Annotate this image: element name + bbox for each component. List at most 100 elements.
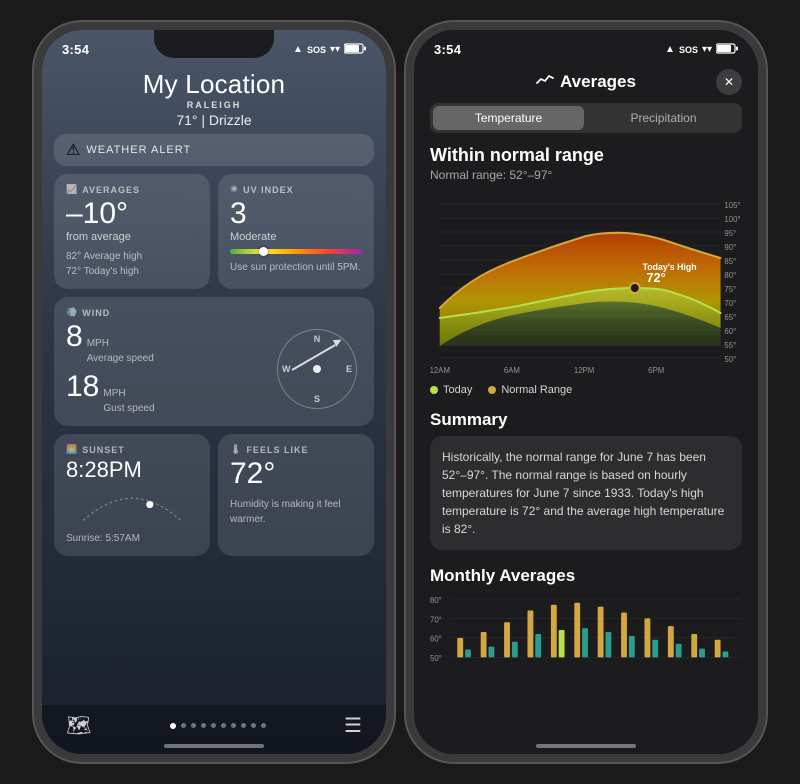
compass-dot bbox=[313, 365, 321, 373]
averages-label: from average bbox=[66, 231, 198, 243]
feels-like-value: 72° bbox=[230, 459, 362, 489]
battery-icon-1 bbox=[344, 43, 366, 57]
sunset-arc bbox=[66, 485, 198, 525]
phone-1: 3:54 ▲ SOS ▾▾ My Location RALEIGH 71° | … bbox=[34, 22, 394, 762]
page-dots bbox=[170, 723, 266, 729]
svg-text:50°: 50° bbox=[724, 355, 736, 364]
wind-widget[interactable]: 💨 WIND 8 MPHAverage speed 18 bbox=[54, 297, 374, 426]
averages-page-title: Averages bbox=[536, 72, 636, 92]
sun-icon: ☀ bbox=[230, 184, 239, 195]
compass: N S E W bbox=[272, 322, 362, 416]
compass-east: E bbox=[346, 364, 352, 374]
avg-speed-label: MPHAverage speed bbox=[87, 336, 154, 366]
averages-title: 📈 AVERAGES bbox=[66, 184, 198, 195]
feels-like-widget[interactable]: 🌡 FEELS LIKE 72° Humidity is making it f… bbox=[218, 434, 374, 556]
feels-like-advice: Humidity is making it feel warmer. bbox=[230, 497, 362, 527]
averages-widget[interactable]: 📈 AVERAGES –10° from average 82° Average… bbox=[54, 174, 210, 289]
averages-value: –10° bbox=[66, 199, 198, 229]
svg-text:80°: 80° bbox=[430, 596, 442, 605]
city-name: My Location bbox=[54, 69, 374, 100]
svg-text:60°: 60° bbox=[430, 635, 442, 644]
home-indicator-2 bbox=[536, 744, 636, 748]
chart-icon bbox=[536, 72, 554, 92]
compass-south: S bbox=[314, 394, 320, 404]
tab-precipitation[interactable]: Precipitation bbox=[588, 106, 739, 130]
svg-text:6PM: 6PM bbox=[648, 366, 664, 375]
dot-4 bbox=[201, 723, 206, 728]
svg-text:50°: 50° bbox=[430, 654, 442, 663]
dot-10 bbox=[261, 723, 266, 728]
svg-text:55°: 55° bbox=[724, 341, 736, 350]
tab-temperature[interactable]: Temperature bbox=[433, 106, 584, 130]
legend-normal-label: Normal Range bbox=[501, 384, 572, 396]
uv-indicator bbox=[259, 247, 268, 256]
dot-3 bbox=[191, 723, 196, 728]
weather-header: My Location RALEIGH 71° | Drizzle bbox=[54, 61, 374, 134]
uv-label: Moderate bbox=[230, 231, 362, 243]
weather-content: My Location RALEIGH 71° | Drizzle ⚠ WEAT… bbox=[42, 61, 386, 725]
averages-icon: 📈 bbox=[66, 184, 78, 195]
averages-header: Averages ✕ bbox=[414, 61, 758, 103]
alert-text: WEATHER ALERT bbox=[86, 144, 191, 156]
dot-2 bbox=[181, 723, 186, 728]
feels-like-title: 🌡 FEELS LIKE bbox=[230, 444, 362, 455]
phone-2: 3:54 ▲ SOS ▾▾ bbox=[406, 22, 766, 762]
monthly-section: Monthly Averages 80° 70° 60° 50° bbox=[414, 558, 758, 676]
summary-section: Summary Historically, the normal range f… bbox=[414, 402, 758, 558]
svg-text:12AM: 12AM bbox=[430, 366, 450, 375]
sunset-title: 🌅 SUNSET bbox=[66, 444, 198, 455]
sos-2: SOS bbox=[679, 45, 698, 55]
dot-1 bbox=[170, 723, 176, 729]
compass-west: W bbox=[282, 364, 291, 374]
wind-icon: 💨 bbox=[66, 307, 78, 318]
thermometer-icon: 🌡 bbox=[230, 444, 242, 455]
svg-text:70°: 70° bbox=[724, 299, 736, 308]
list-icon[interactable]: ☰ bbox=[344, 713, 362, 738]
svg-text:6AM: 6AM bbox=[504, 366, 520, 375]
wind-left: 8 MPHAverage speed 18 MPHGust speed bbox=[66, 322, 262, 416]
normal-range-title: Within normal range bbox=[430, 145, 742, 166]
weather-alert[interactable]: ⚠ WEATHER ALERT bbox=[54, 134, 374, 166]
svg-text:90°: 90° bbox=[724, 243, 736, 252]
map-icon[interactable]: 🗺 bbox=[66, 713, 91, 738]
status-time-1: 3:54 bbox=[62, 42, 89, 57]
uv-advice: Use sun protection until 5PM. bbox=[230, 260, 362, 275]
svg-text:105°: 105° bbox=[724, 201, 740, 210]
gust-label: MPHGust speed bbox=[103, 386, 154, 416]
location-icon-2: ▲ bbox=[665, 44, 675, 55]
widgets-grid: 📈 AVERAGES –10° from average 82° Average… bbox=[54, 174, 374, 426]
normal-range-sub: Normal range: 52°–97° bbox=[430, 168, 742, 182]
svg-text:75°: 75° bbox=[724, 285, 736, 294]
phones-container: 3:54 ▲ SOS ▾▾ My Location RALEIGH 71° | … bbox=[34, 22, 766, 762]
status-icons-1: ▲ SOS ▾▾ bbox=[293, 43, 366, 57]
status-time-2: 3:54 bbox=[434, 42, 461, 57]
svg-text:95°: 95° bbox=[724, 229, 736, 238]
temperature-chart: 105° 100° 95° 90° 85° 80° 75° 70° 65° 60… bbox=[430, 198, 742, 378]
wifi-icon-2: ▾▾ bbox=[702, 44, 712, 55]
home-indicator-1 bbox=[164, 744, 264, 748]
bottom-row: 🌅 SUNSET 8:28PM Sunrise: 5:57AM bbox=[54, 434, 374, 556]
sublocation: RALEIGH bbox=[54, 100, 374, 110]
svg-text:12PM: 12PM bbox=[574, 366, 594, 375]
close-button[interactable]: ✕ bbox=[716, 69, 742, 95]
summary-title: Summary bbox=[430, 410, 742, 430]
sunrise-label: Sunrise: 5:57AM bbox=[66, 531, 198, 546]
sunset-widget[interactable]: 🌅 SUNSET 8:28PM Sunrise: 5:57AM bbox=[54, 434, 210, 556]
uv-widget[interactable]: ☀ UV INDEX 3 Moderate Use sun protection… bbox=[218, 174, 374, 289]
svg-text:72°: 72° bbox=[646, 270, 665, 285]
close-icon: ✕ bbox=[724, 75, 734, 89]
wind-title: 💨 WIND bbox=[66, 307, 362, 318]
legend-normal-dot bbox=[488, 386, 496, 394]
sos-1: SOS bbox=[307, 45, 326, 55]
dot-8 bbox=[241, 723, 246, 728]
svg-text:60°: 60° bbox=[724, 327, 736, 336]
dot-7 bbox=[231, 723, 236, 728]
avg-speed: 8 bbox=[66, 322, 83, 352]
svg-text:100°: 100° bbox=[724, 215, 740, 224]
notch-2 bbox=[526, 30, 646, 58]
temp-condition: 71° | Drizzle bbox=[54, 112, 374, 128]
dot-5 bbox=[211, 723, 216, 728]
normal-range-section: Within normal range Normal range: 52°–97… bbox=[414, 145, 758, 198]
uv-value: 3 bbox=[230, 199, 362, 229]
svg-text:85°: 85° bbox=[724, 257, 736, 266]
